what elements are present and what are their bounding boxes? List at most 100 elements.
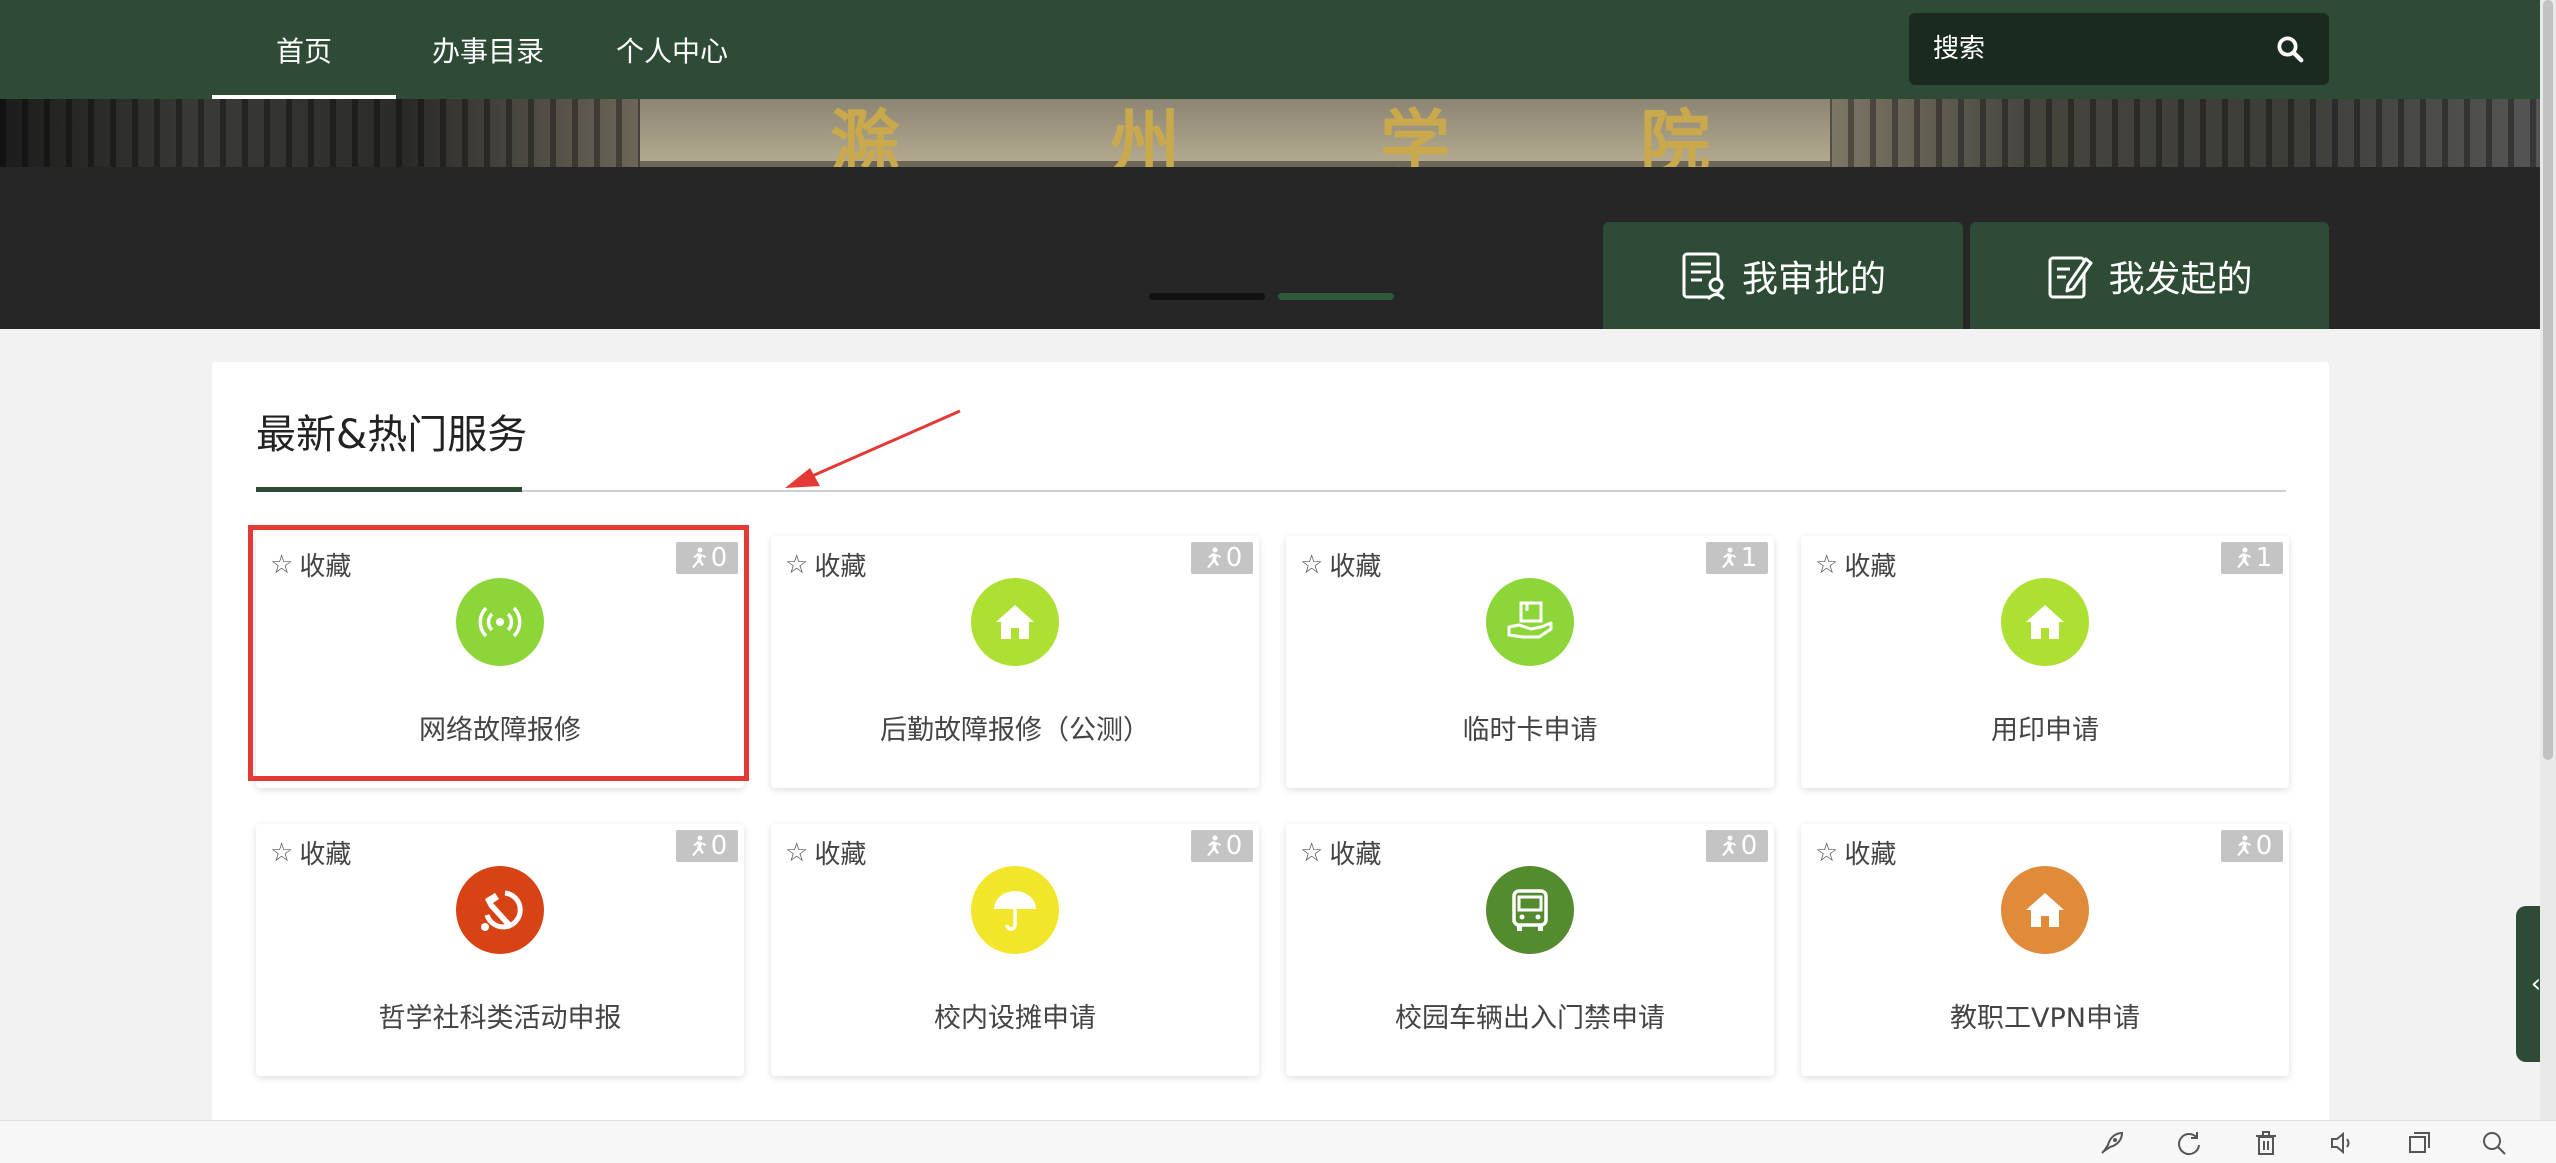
carousel-dot[interactable] xyxy=(1149,293,1265,300)
banner-plaque: 滁 州 学 院 xyxy=(640,99,1830,167)
section-tab-indicator xyxy=(256,487,522,492)
favorite-label: 收藏 xyxy=(1329,840,1382,870)
refresh-icon[interactable] xyxy=(2175,1129,2203,1157)
plaque-char: 滁 xyxy=(830,101,904,167)
runner-icon xyxy=(2236,835,2251,856)
service-card[interactable]: ☆ 收藏 0 校内设摊申请 xyxy=(771,824,1259,1076)
usage-count: 0 xyxy=(1225,543,1243,573)
section-title: 最新&热门服务 xyxy=(256,412,528,458)
service-name: 哲学社科类活动申报 xyxy=(378,1003,622,1034)
approval-list-icon xyxy=(1682,252,1726,300)
usage-count: 0 xyxy=(2255,831,2273,861)
service-name: 校内设摊申请 xyxy=(934,1003,1096,1034)
window-icon[interactable] xyxy=(2405,1129,2433,1157)
usage-count-badge: 1 xyxy=(1706,542,1768,574)
service-name: 教职工VPN申请 xyxy=(1950,1003,2140,1034)
tab-home[interactable]: 首页 xyxy=(212,0,396,99)
service-card[interactable]: ☆ 收藏 0 哲学社科类活动申报 xyxy=(256,824,744,1076)
runner-icon xyxy=(1206,835,1221,856)
top-navigation: 首页 办事目录 个人中心 xyxy=(0,0,2540,99)
plaque-char: 学 xyxy=(1380,101,1454,167)
scrollbar-thumb[interactable] xyxy=(2543,0,2553,760)
rocket-icon[interactable] xyxy=(2098,1129,2126,1157)
runner-icon xyxy=(691,547,706,568)
favorite-label: 收藏 xyxy=(299,840,352,870)
scrollbar[interactable] xyxy=(2540,0,2556,1120)
star-outline-icon: ☆ xyxy=(785,549,809,580)
service-card[interactable]: ☆ 收藏 0 校园车辆出入门禁申请 xyxy=(1286,824,1774,1076)
star-outline-icon: ☆ xyxy=(270,549,294,580)
favorite-label: 收藏 xyxy=(1329,552,1382,582)
usage-count-badge: 0 xyxy=(676,542,738,574)
favorite-label: 收藏 xyxy=(1844,840,1897,870)
service-card[interactable]: ☆ 收藏 0 教职工VPN申请 xyxy=(1801,824,2289,1076)
tab-service-catalog-label: 办事目录 xyxy=(431,34,544,68)
tab-home-label: 首页 xyxy=(275,34,332,68)
search-input[interactable] xyxy=(1933,34,2275,64)
tab-service-catalog[interactable]: 办事目录 xyxy=(416,0,560,99)
favorite-toggle[interactable]: ☆ 收藏 xyxy=(270,546,351,583)
usage-count: 0 xyxy=(1740,831,1758,861)
favorite-label: 收藏 xyxy=(299,552,352,582)
star-outline-icon: ☆ xyxy=(1815,837,1839,868)
usage-count: 0 xyxy=(710,543,728,573)
home-icon xyxy=(2001,578,2089,666)
annotation-arrow xyxy=(785,409,961,488)
favorite-label: 收藏 xyxy=(814,840,867,870)
search-box xyxy=(1909,13,2329,85)
search-icon[interactable] xyxy=(2275,34,2305,64)
search-icon[interactable] xyxy=(2480,1129,2508,1157)
favorite-toggle[interactable]: ☆ 收藏 xyxy=(1300,546,1381,583)
usage-count-badge: 0 xyxy=(676,830,738,862)
usage-count: 1 xyxy=(2255,543,2273,573)
service-name: 临时卡申请 xyxy=(1462,715,1598,746)
usage-count-badge: 1 xyxy=(2221,542,2283,574)
service-card[interactable]: ☆ 收藏 1 临时卡申请 xyxy=(1286,536,1774,788)
my-approvals-label: 我审批的 xyxy=(1741,258,1886,300)
service-name: 校园车辆出入门禁申请 xyxy=(1395,1003,1665,1034)
umbrella-icon xyxy=(971,866,1059,954)
runner-icon xyxy=(1721,547,1736,568)
runner-icon xyxy=(691,835,706,856)
tab-personal-center[interactable]: 个人中心 xyxy=(600,0,744,99)
trash-icon[interactable] xyxy=(2252,1129,2280,1157)
star-outline-icon: ☆ xyxy=(270,837,294,868)
favorite-toggle[interactable]: ☆ 收藏 xyxy=(1815,546,1896,583)
hammer-sickle-icon xyxy=(456,866,544,954)
tab-personal-center-label: 个人中心 xyxy=(615,34,728,68)
service-card[interactable]: ☆ 收藏 1 用印申请 xyxy=(1801,536,2289,788)
service-name: 用印申请 xyxy=(1991,715,2099,746)
bus-icon xyxy=(1486,866,1574,954)
usage-count: 0 xyxy=(710,831,728,861)
my-approvals-button[interactable]: 我审批的 xyxy=(1603,222,1963,329)
service-card[interactable]: ☆ 收藏 0 网络故障报修 xyxy=(256,536,744,788)
favorite-toggle[interactable]: ☆ 收藏 xyxy=(1300,834,1381,871)
usage-count-badge: 0 xyxy=(1191,542,1253,574)
usage-count-badge: 0 xyxy=(2221,830,2283,862)
runner-icon xyxy=(2236,547,2251,568)
service-card[interactable]: ☆ 收藏 0 后勤故障报修（公测） xyxy=(771,536,1259,788)
favorite-toggle[interactable]: ☆ 收藏 xyxy=(1815,834,1896,871)
service-name: 后勤故障报修（公测） xyxy=(880,715,1150,746)
star-outline-icon: ☆ xyxy=(1815,549,1839,580)
home-icon xyxy=(971,578,1059,666)
star-outline-icon: ☆ xyxy=(1300,549,1324,580)
section-divider xyxy=(256,490,2286,492)
star-outline-icon: ☆ xyxy=(1300,837,1324,868)
usage-count-badge: 0 xyxy=(1706,830,1768,862)
usage-count: 0 xyxy=(1225,831,1243,861)
usage-count-badge: 0 xyxy=(1191,830,1253,862)
favorite-toggle[interactable]: ☆ 收藏 xyxy=(785,834,866,871)
card-hand-icon xyxy=(1486,578,1574,666)
bottom-toolbar xyxy=(0,1120,2556,1163)
my-initiated-button[interactable]: 我发起的 xyxy=(1970,222,2329,329)
plaque-char: 州 xyxy=(1110,101,1184,167)
carousel-dot-active[interactable] xyxy=(1278,293,1394,300)
speaker-icon[interactable] xyxy=(2327,1129,2355,1157)
favorite-toggle[interactable]: ☆ 收藏 xyxy=(270,834,351,871)
favorite-label: 收藏 xyxy=(814,552,867,582)
runner-icon xyxy=(1721,835,1736,856)
service-name: 网络故障报修 xyxy=(419,715,581,746)
usage-count: 1 xyxy=(1740,543,1758,573)
favorite-toggle[interactable]: ☆ 收藏 xyxy=(785,546,866,583)
